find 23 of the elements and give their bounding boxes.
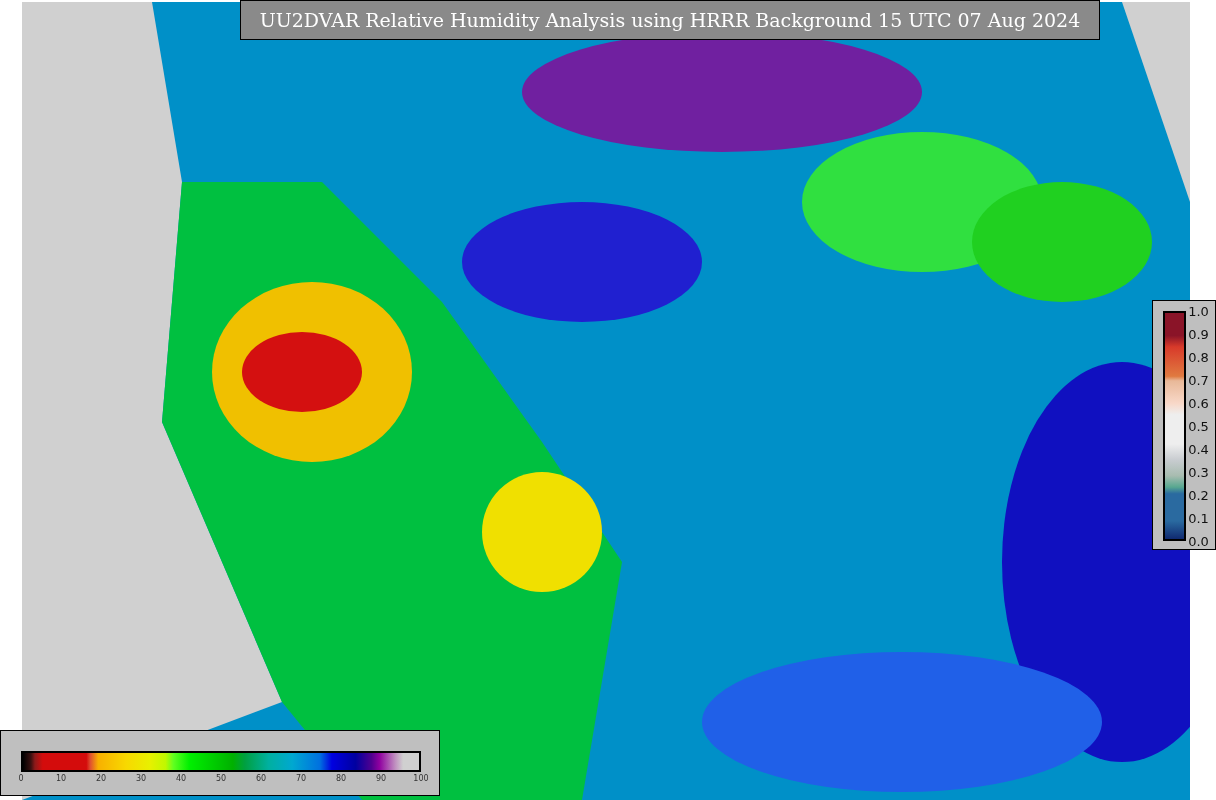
colorbar-tick-label: 0.7 — [1188, 373, 1209, 387]
colorbar-tick-label: 30 — [135, 775, 147, 783]
colorbar-tick-label: 0.4 — [1188, 442, 1209, 456]
colorbar-tick-label: 40 — [175, 775, 187, 783]
colorbar-tick-label: 50 — [215, 775, 227, 783]
colorbar-tick-label: 0.2 — [1188, 488, 1209, 502]
colorbar-tick-label: 0.9 — [1188, 327, 1209, 341]
colorbar-tick-label: 90 — [375, 775, 387, 783]
colorbar-tick-label: 100 — [413, 775, 429, 783]
colorbar-tick-label: 0.1 — [1188, 511, 1209, 525]
colorbar-tick-label: 0.5 — [1188, 419, 1209, 433]
map-title: UU2DVAR Relative Humidity Analysis using HRRR Background 15 UTC 07 Aug 2024 — [240, 0, 1100, 40]
colorbar-tick-label: 1.0 — [1188, 304, 1209, 318]
colorbar-tick-label: 0.3 — [1188, 465, 1209, 479]
colorbar-tick-label: 70 — [295, 775, 307, 783]
colorbar-tick-label: 0 — [18, 775, 24, 783]
colorbar-tick-label: 80 — [335, 775, 347, 783]
colorbar-tick-label: 10 — [55, 775, 67, 783]
colorbar-tick-label: 0.6 — [1188, 396, 1209, 410]
colorbar-tick-label: 0.0 — [1188, 534, 1209, 548]
colorbar-tick-label: 60 — [255, 775, 267, 783]
colorbar-tick-label: 20 — [95, 775, 107, 783]
colorbar-tick-label: 0.8 — [1188, 350, 1209, 364]
